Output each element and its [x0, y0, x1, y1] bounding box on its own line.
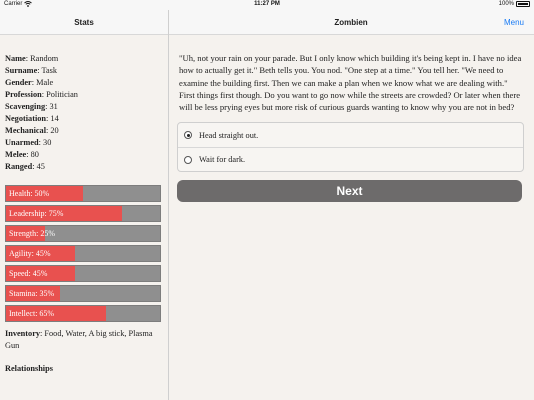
attribute-bar: Health: 50% — [5, 185, 161, 202]
inventory-label: Inventory — [5, 329, 41, 338]
stat-value: 31 — [49, 102, 58, 111]
stats-title: Stats — [74, 18, 94, 27]
stats-sidebar: Name: Random Surname: Task Gender: Male Pro… — [0, 36, 168, 400]
stat-profession: Profession: Politician — [5, 90, 78, 99]
stat-label: Gender — [5, 78, 32, 87]
menu-button[interactable]: Menu — [504, 10, 524, 35]
stat-unarmed: Unarmed: 30 — [5, 138, 52, 147]
radio-checked-icon[interactable] — [184, 131, 192, 140]
attribute-bar-label: Health: 50% — [9, 189, 50, 198]
stat-label: Negotiation — [5, 114, 47, 123]
story-panel: "Uh, not your rain on your parade. But I… — [169, 36, 534, 400]
choice-option[interactable]: Head straight out. — [178, 123, 523, 147]
stat-label: Profession — [5, 90, 42, 99]
stat-value: 45 — [36, 162, 45, 171]
stat-label: Name — [5, 54, 26, 63]
attribute-bar: Stamina: 35% — [5, 285, 161, 302]
navigation-bar: Stats Zombien Menu — [0, 10, 534, 35]
stat-value: 20 — [50, 126, 59, 135]
radio-unchecked-icon[interactable] — [184, 155, 192, 164]
stat-melee: Melee: 80 — [5, 150, 39, 159]
stat-value: 14 — [50, 114, 59, 123]
status-bar: Carrier 11:27 PM 100% — [0, 0, 534, 10]
stat-ranged: Ranged: 45 — [5, 162, 45, 171]
stat-label: Unarmed — [5, 138, 39, 147]
relationships-heading[interactable]: Relationships — [5, 364, 162, 373]
attribute-bar: Strength: 25% — [5, 225, 161, 242]
stat-value: 30 — [43, 138, 52, 147]
attribute-bar-label: Agility: 45% — [9, 249, 51, 258]
stat-mechanical: Mechanical: 20 — [5, 126, 59, 135]
battery-percent: 100% — [498, 1, 514, 7]
stat-scavenging: Scavenging: 31 — [5, 102, 58, 111]
stat-surname: Surname: Task — [5, 66, 58, 75]
choice-label: Wait for dark. — [199, 155, 246, 165]
battery-icon — [516, 1, 530, 7]
attribute-bar-label: Stamina: 35% — [9, 289, 55, 298]
battery-indicator: 100% — [499, 1, 530, 7]
stat-label: Mechanical — [5, 126, 47, 135]
stat-gender: Gender: Male — [5, 78, 54, 87]
stat-value: Male — [36, 78, 54, 87]
attribute-bar: Speed: 45% — [5, 265, 161, 282]
game-title: Zombien — [334, 18, 368, 27]
attribute-bar-label: Strength: 25% — [9, 229, 55, 238]
stat-value: Random — [30, 54, 59, 63]
attribute-bar: Intellect: 65% — [5, 305, 161, 322]
status-time: 11:27 PM — [254, 1, 280, 7]
choice-label: Head straight out. — [199, 130, 259, 140]
attribute-bar-label: Speed: 45% — [9, 269, 48, 278]
stat-value: Politician — [46, 90, 78, 99]
stat-value: 80 — [30, 150, 39, 159]
stat-label: Scavenging — [5, 102, 46, 111]
inventory: Inventory: Food, Water, A big stick, Pla… — [5, 329, 153, 350]
stat-label: Melee — [5, 150, 27, 159]
stat-name: Name: Random — [5, 54, 59, 63]
choice-option[interactable]: Wait for dark. — [178, 147, 523, 171]
stat-list: Name: Random Surname: Task Gender: Male Pro… — [5, 53, 162, 173]
choice-list: Head straight out. Wait for dark. — [177, 122, 524, 173]
attribute-bar-label: Leadership: 75% — [9, 209, 64, 218]
stat-label: Ranged — [5, 162, 33, 171]
stat-negotiation: Negotiation: 14 — [5, 114, 59, 123]
attribute-bar: Agility: 45% — [5, 245, 161, 262]
next-button[interactable]: Next — [177, 180, 522, 203]
attribute-bar: Leadership: 75% — [5, 205, 161, 222]
attribute-bar-label: Intellect: 65% — [9, 309, 55, 318]
stat-label: Surname — [5, 66, 38, 75]
attribute-bars: Health: 50% Leadership: 75% Strength: 25% A… — [5, 185, 162, 322]
stat-value: Task — [41, 66, 58, 75]
story-text: "Uh, not your rain on your parade. But I… — [179, 53, 522, 113]
